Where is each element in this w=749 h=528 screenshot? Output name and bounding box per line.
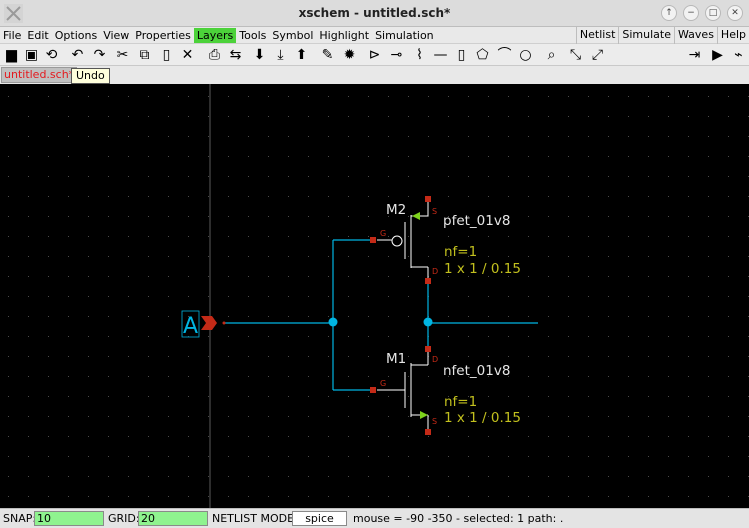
status-info: mouse = -90 -350 - selected: 1 path: . xyxy=(353,512,564,525)
nmos-source-letter: S xyxy=(432,417,437,426)
schematic-drawing[interactable]: A G S D M2 pfet_01v8 nf=1 1 x 1 / 0.15 G… xyxy=(0,84,749,508)
paste-icon[interactable]: ▯ xyxy=(157,46,176,64)
menu-symbol[interactable]: Symbol xyxy=(269,28,316,43)
zoom-full-icon[interactable]: ⤢ xyxy=(588,46,607,64)
netlist-mode-label: NETLIST MODE: xyxy=(212,512,298,525)
snap-input[interactable]: 10 xyxy=(34,511,104,526)
swap-icon[interactable]: ⇆ xyxy=(226,46,245,64)
arc-icon[interactable]: ⌒ xyxy=(495,46,514,64)
waves-icon[interactable]: ⌁ xyxy=(729,46,748,64)
nmos-nf-param: nf=1 xyxy=(444,394,477,410)
pmos-instance-name: M2 xyxy=(386,202,406,218)
shade-window-button[interactable]: ↑ xyxy=(661,5,677,21)
probe-pin-icon[interactable]: ⌇ xyxy=(410,46,429,64)
print-icon[interactable]: ⎙ xyxy=(205,46,224,64)
pmos-gate-pin[interactable] xyxy=(370,237,376,243)
pmos-gate-letter: G xyxy=(380,229,386,238)
delete-icon[interactable]: ✕ xyxy=(178,46,197,64)
menu-file[interactable]: File xyxy=(0,28,24,43)
push-down-icon[interactable]: ⬇ xyxy=(250,46,269,64)
pmos-drain-pin[interactable] xyxy=(425,278,431,284)
netlist-mode-value[interactable]: spice xyxy=(292,511,347,526)
junction-dot xyxy=(423,317,433,327)
netlist-button[interactable]: Netlist xyxy=(575,27,618,44)
grid-input[interactable]: 20 xyxy=(138,511,208,526)
pmos-nf-param: nf=1 xyxy=(444,244,477,260)
menu-edit[interactable]: Edit xyxy=(24,28,51,43)
polygon-icon[interactable]: ⬠ xyxy=(473,46,492,64)
snap-label: SNAP: xyxy=(3,512,37,525)
pin-a-label: A xyxy=(183,314,198,339)
menu-properties[interactable]: Properties xyxy=(132,28,194,43)
tab-untitled-sch[interactable]: untitled.sch* xyxy=(1,67,78,83)
grid-label: GRID: xyxy=(108,512,140,525)
close-window-button[interactable]: ✕ xyxy=(727,5,743,21)
window-title: xschem - untitled.sch* xyxy=(298,6,451,20)
tab-row: untitled.sch* Undo xyxy=(0,66,749,84)
menu-layers[interactable]: Layers xyxy=(193,27,237,43)
grid-dots xyxy=(0,84,749,508)
pmos-size-param: 1 x 1 / 0.15 xyxy=(444,261,521,277)
title-bar: xschem - untitled.sch* ↑ − □ ✕ xyxy=(0,0,749,27)
netlist-arrow-icon[interactable]: ⇥ xyxy=(685,46,704,64)
pin-icon[interactable]: ⊸ xyxy=(387,46,406,64)
xschem-app-icon xyxy=(4,4,23,23)
nmos-model-name: nfet_01v8 xyxy=(443,363,510,379)
pmos-source-letter: S xyxy=(432,207,437,216)
probe-icon[interactable]: ✹ xyxy=(340,46,359,64)
cut-icon[interactable]: ✂ xyxy=(113,46,132,64)
reload-icon[interactable]: ⟲ xyxy=(42,46,61,64)
schematic-canvas[interactable]: A G S D M2 pfet_01v8 nf=1 1 x 1 / 0.15 G… xyxy=(0,84,749,508)
waves-button[interactable]: Waves xyxy=(674,27,717,44)
nmos-drain-letter: D xyxy=(432,355,438,364)
minimize-window-button[interactable]: − xyxy=(683,5,699,21)
wire-pencil-icon[interactable]: ✎ xyxy=(318,46,337,64)
pmos-drain-letter: D xyxy=(432,267,438,276)
pin-connection-point xyxy=(222,321,226,325)
nmos-instance-name: M1 xyxy=(386,351,406,367)
circle-icon[interactable]: ○ xyxy=(516,46,535,64)
line-icon[interactable]: — xyxy=(431,46,450,64)
nmos-size-param: 1 x 1 / 0.15 xyxy=(444,410,521,426)
maximize-window-button[interactable]: □ xyxy=(705,5,721,21)
zoom-icon[interactable]: ⌕ xyxy=(542,46,561,64)
junction-dot xyxy=(328,317,338,327)
undo-icon[interactable]: ↶ xyxy=(68,46,87,64)
menu-simulation[interactable]: Simulation xyxy=(372,28,437,43)
menu-view[interactable]: View xyxy=(100,28,132,43)
nmos-drain-pin[interactable] xyxy=(425,346,431,352)
rectangle-icon[interactable]: ▯ xyxy=(452,46,471,64)
menu-options[interactable]: Options xyxy=(52,28,100,43)
toolbar: ▆ ▣ ⟲ ↶ ↷ ✂ ⧉ ▯ ✕ ⎙ ⇆ ⬇ ⤓ ⬆ ✎ ✹ ⊳ ⊸ ⌇ — … xyxy=(0,44,749,66)
zoom-in-icon[interactable]: ⤡ xyxy=(566,46,585,64)
nmos-gate-pin[interactable] xyxy=(370,387,376,393)
menu-help[interactable]: Help xyxy=(716,27,749,44)
go-up-icon[interactable]: ⬆ xyxy=(292,46,311,64)
copy-icon[interactable]: ⧉ xyxy=(135,46,154,64)
menu-bar: File Edit Options View Properties Layers… xyxy=(0,27,749,44)
menu-highlight[interactable]: Highlight xyxy=(316,28,372,43)
nmos-source-pin[interactable] xyxy=(425,429,431,435)
insert-symbol-icon[interactable]: ⊳ xyxy=(365,46,384,64)
simulate-button[interactable]: Simulate xyxy=(618,27,674,44)
simulate-play-icon[interactable]: ▶ xyxy=(708,46,727,64)
redo-icon[interactable]: ↷ xyxy=(90,46,109,64)
descend-symbol-icon[interactable]: ⤓ xyxy=(271,46,290,64)
status-bar: SNAP: 10 GRID: 20 NETLIST MODE: spice mo… xyxy=(0,508,749,528)
save-icon[interactable]: ▣ xyxy=(22,46,41,64)
nmos-gate-letter: G xyxy=(380,379,386,388)
undo-tooltip: Undo xyxy=(71,68,110,84)
pmos-source-pin[interactable] xyxy=(425,196,431,202)
open-folder-icon[interactable]: ▆ xyxy=(2,46,21,64)
pmos-model-name: pfet_01v8 xyxy=(443,213,510,229)
menu-tools[interactable]: Tools xyxy=(236,28,269,43)
